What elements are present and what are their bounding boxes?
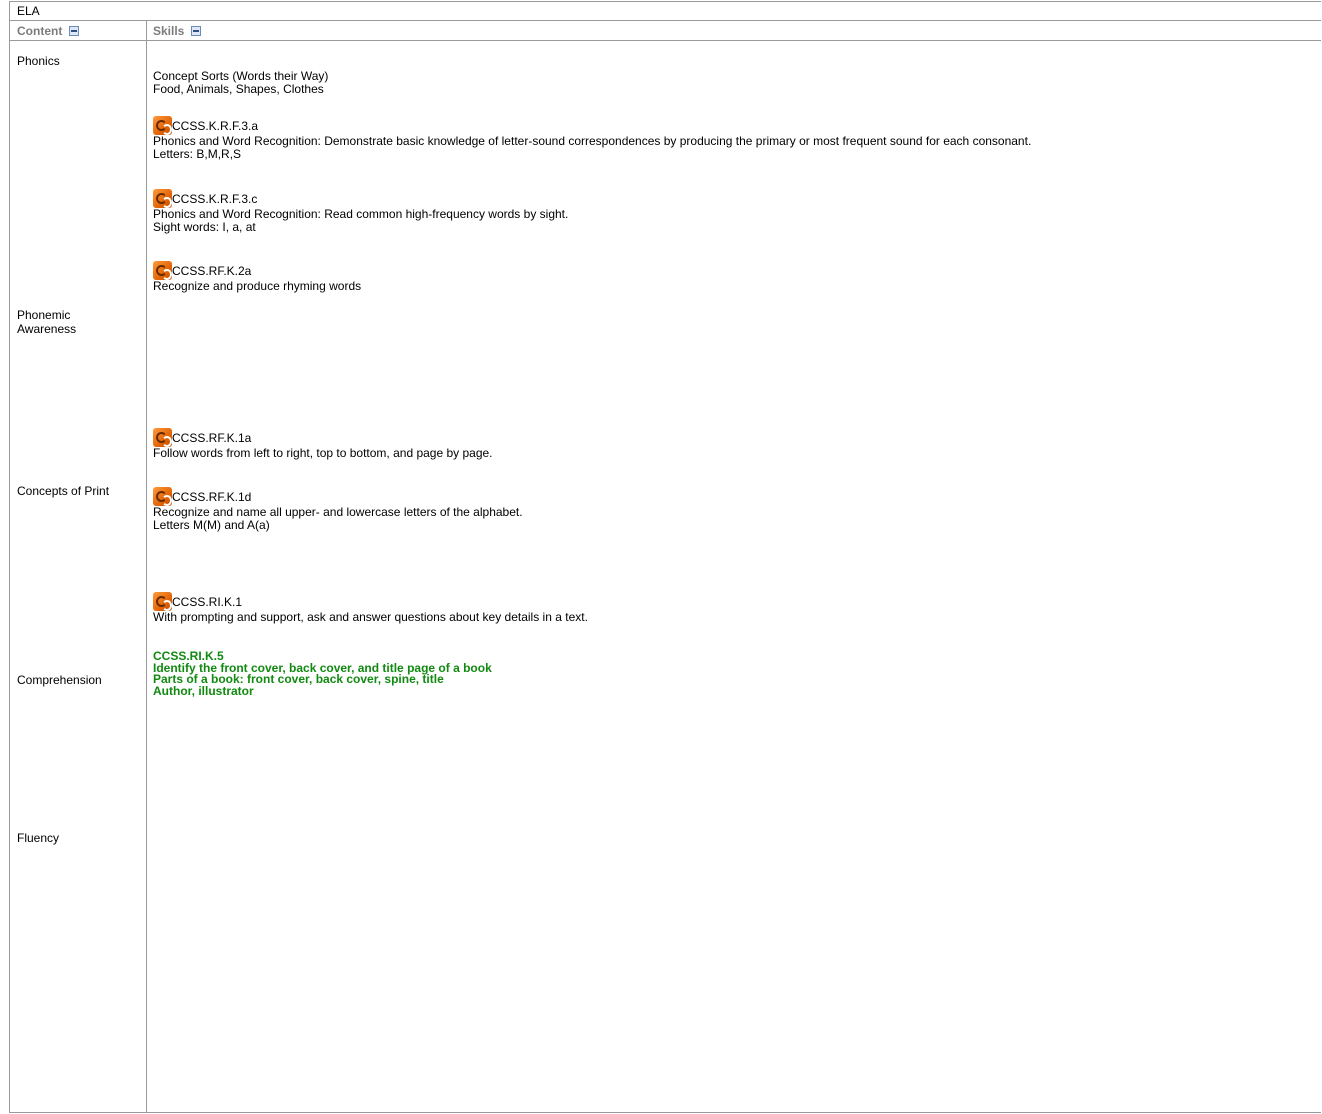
content-concepts-of-print: Concepts of Print: [17, 484, 109, 498]
standard-description: Follow words from left to right, top to …: [153, 446, 493, 460]
ela-table: ELA Content Skills Phonics Phonemic Awar…: [9, 1, 1321, 1113]
content-comprehension: Comprehension: [17, 673, 102, 687]
standard-icon[interactable]: [153, 428, 172, 447]
standard-code[interactable]: CCSS.K.R.F.3.c: [172, 192, 257, 206]
standard-code[interactable]: CCSS.K.R.F.3.a: [172, 119, 258, 133]
standard-icon[interactable]: [153, 116, 172, 135]
content-phonics: Phonics: [17, 54, 60, 68]
collapse-content-icon[interactable]: [68, 26, 79, 36]
standard-ccss-rf-k-2a: CCSS.RF.K.2a Recognize and produce rhymi…: [153, 261, 361, 293]
content-column-header: Content: [17, 24, 79, 38]
content-phonemic-awareness: Phonemic Awareness: [17, 308, 76, 336]
content-fluency-label: Fluency: [17, 831, 60, 845]
standard-icon[interactable]: [153, 189, 172, 208]
standard-description: Recognize and name all upper- and lowerc…: [153, 505, 523, 519]
concept-sorts-line1: Concept Sorts (Words their Way): [153, 69, 329, 83]
table-title: ELA: [17, 4, 40, 18]
standard-icon[interactable]: [153, 487, 172, 506]
content-phonemic-label-line1: Phonemic: [17, 308, 71, 322]
standard-note: Letters M(M) and A(a): [153, 518, 270, 532]
standard-ccss-k-r-f-3-a: CCSS.K.R.F.3.a Phonics and Word Recognit…: [153, 116, 1031, 161]
standard-note: Sight words: I, a, at: [153, 220, 256, 234]
content-header-label: Content: [17, 24, 63, 38]
standard-description: Phonics and Word Recognition: Read commo…: [153, 207, 569, 221]
content-phonics-label: Phonics: [17, 54, 60, 68]
content-phonemic-label-line2: Awareness: [17, 322, 77, 336]
standard-note: Letters: B,M,R,S: [153, 147, 242, 161]
standard-ccss-ri-k-5: CCSS.RI.K.5 Identify the front cover, ba…: [153, 650, 492, 698]
content-fluency: Fluency: [17, 831, 59, 845]
skills-header-label: Skills: [153, 24, 185, 38]
standard-description: With prompting and support, ask and answ…: [153, 610, 588, 624]
skills-column-header: Skills: [153, 24, 201, 38]
skill-concept-sorts: Concept Sorts (Words their Way) Food, An…: [153, 70, 328, 96]
concept-sorts-line2: Food, Animals, Shapes, Clothes: [153, 82, 324, 96]
content-comprehension-label: Comprehension: [17, 673, 102, 687]
standard-ccss-rf-k-1d: CCSS.RF.K.1d Recognize and name all uppe…: [153, 487, 523, 532]
table-title-bar: ELA: [10, 2, 1321, 21]
standard-icon[interactable]: [153, 261, 172, 280]
collapse-skills-icon[interactable]: [190, 26, 201, 36]
standard-description: Recognize and produce rhyming words: [153, 279, 362, 293]
content-concepts-label: Concepts of Print: [17, 484, 110, 498]
standard-code[interactable]: CCSS.RI.K.1: [172, 595, 242, 609]
standard-ccss-ri-k-1: CCSS.RI.K.1 With prompting and support, …: [153, 592, 588, 624]
standard-ccss-rf-k-1a: CCSS.RF.K.1a Follow words from left to r…: [153, 428, 493, 460]
standard-code[interactable]: CCSS.RF.K.2a: [172, 264, 251, 278]
column-divider: [146, 21, 147, 1112]
standard-ccss-k-r-f-3-c: CCSS.K.R.F.3.c Phonics and Word Recognit…: [153, 189, 568, 234]
standard-code[interactable]: CCSS.RF.K.1a: [172, 431, 251, 445]
standard-code[interactable]: CCSS.RF.K.1d: [172, 490, 251, 504]
standard-description: Phonics and Word Recognition: Demonstrat…: [153, 134, 1032, 148]
standard-icon[interactable]: [153, 592, 172, 611]
header-row: Content Skills: [10, 21, 1321, 41]
green-line-3: Author, illustrator: [153, 683, 254, 698]
